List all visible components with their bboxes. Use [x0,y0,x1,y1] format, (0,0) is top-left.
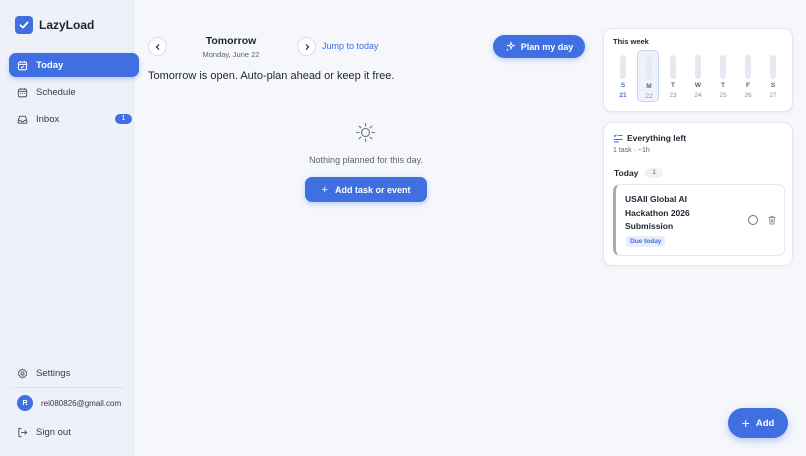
week-title: This week [613,37,649,46]
list-filter-icon [613,134,623,143]
task-title: USAII Global AI Hackathon 2026 Submissio… [625,194,690,231]
settings-button[interactable]: Settings [9,361,139,385]
sidebar-item-label: Inbox [36,113,60,125]
week-day-saturday[interactable]: S 27 [762,50,784,102]
day-headline: Tomorrow is open. Auto-plan ahead or kee… [148,70,395,82]
day-letter: T [671,82,675,89]
add-task-button[interactable]: + Add task or event [305,177,427,202]
week-day-tuesday[interactable]: T 23 [662,50,684,102]
sidebar-item-label: Today [36,59,64,71]
day-letter: S [620,82,626,89]
calendar-check-icon [17,60,28,70]
next-day-button[interactable] [297,37,316,56]
plan-my-day-label: Plan my day [520,41,574,52]
plus-icon: + [321,183,328,196]
day-load-bar [695,55,701,79]
inbox-icon [17,115,28,124]
week-day-wednesday[interactable]: W 24 [687,50,709,102]
plus-icon: + [741,415,750,431]
complete-task-button[interactable] [748,215,758,225]
page-title: Tomorrow [205,35,257,47]
task-card[interactable]: USAII Global AI Hackathon 2026 Submissio… [613,184,785,256]
day-load-bar [646,56,652,80]
sidebar-item-label: Schedule [36,86,76,98]
week-day-friday[interactable]: F 26 [737,50,759,102]
settings-label: Settings [36,367,71,379]
week-day-monday[interactable]: M 22 [637,50,659,102]
date-subtitle: Monday, June 22 [202,50,260,59]
week-day-sunday[interactable]: S 21 [612,50,634,102]
add-task-label: Add task or event [334,184,411,195]
add-fab-label: Add [755,417,775,429]
calendar-icon [17,87,28,97]
day-letter: F [746,82,750,89]
add-fab-button[interactable]: + Add [728,408,788,438]
user-account[interactable]: R rei080826@gmail.com [9,391,139,415]
gear-icon [17,368,28,378]
jump-to-today-link[interactable]: Jump to today [322,41,379,51]
everything-left-summary: 1 task · ~1h [613,147,650,154]
day-load-bar [720,55,726,79]
everything-left-card: Everything left 1 task · ~1h Today 1 USA… [603,122,793,266]
day-number: 26 [744,92,752,99]
sign-out-button[interactable]: Sign out [9,420,139,444]
everything-left-title: Everything left [627,133,687,143]
sidebar-divider [10,387,125,388]
app-logo[interactable]: LazyLoad [15,16,94,34]
check-logo-icon [15,16,33,34]
chevron-right-icon [305,43,309,50]
previous-day-button[interactable] [148,37,167,56]
day-load-bar [745,55,751,79]
week-day-thursday[interactable]: T 25 [712,50,734,102]
day-number: 25 [719,92,727,99]
sidebar: LazyLoad Today Schedule Inbox 1 Settings… [0,0,139,456]
sidebar-item-schedule[interactable]: Schedule [9,80,139,104]
day-load-bar [770,55,776,79]
day-letter: T [721,82,725,89]
trash-icon[interactable] [767,215,777,225]
sign-out-label: Sign out [36,426,71,438]
day-letter: M [646,83,652,90]
avatar: R [17,395,33,411]
inbox-count-badge: 1 [115,114,132,124]
app-name: LazyLoad [39,18,95,32]
week-card: This week S 21 M 22 T 23 W 24 T 25 F 26 … [603,28,793,112]
day-number: 22 [645,93,653,100]
empty-state-text: Nothing planned for this day. [309,155,423,165]
day-letter: S [770,82,776,89]
day-load-bar [620,55,626,79]
sign-out-icon [18,427,28,437]
sidebar-item-inbox[interactable]: Inbox 1 [9,107,139,131]
sparkles-icon [505,41,515,52]
user-email: rei080826@gmail.com [41,398,122,408]
sidebar-item-today[interactable]: Today [9,53,139,77]
due-today-tag: Due today [626,236,666,247]
day-number: 23 [669,92,677,99]
sun-icon [355,122,376,143]
day-number: 21 [619,92,627,99]
group-label-today: Today [614,168,639,178]
chevron-left-icon [155,43,159,50]
day-letter: W [694,82,702,89]
plan-my-day-button[interactable]: Plan my day [493,35,585,58]
group-count-badge: 1 [645,168,663,178]
day-number: 27 [769,92,777,99]
day-load-bar [670,55,676,79]
day-number: 24 [694,92,702,99]
